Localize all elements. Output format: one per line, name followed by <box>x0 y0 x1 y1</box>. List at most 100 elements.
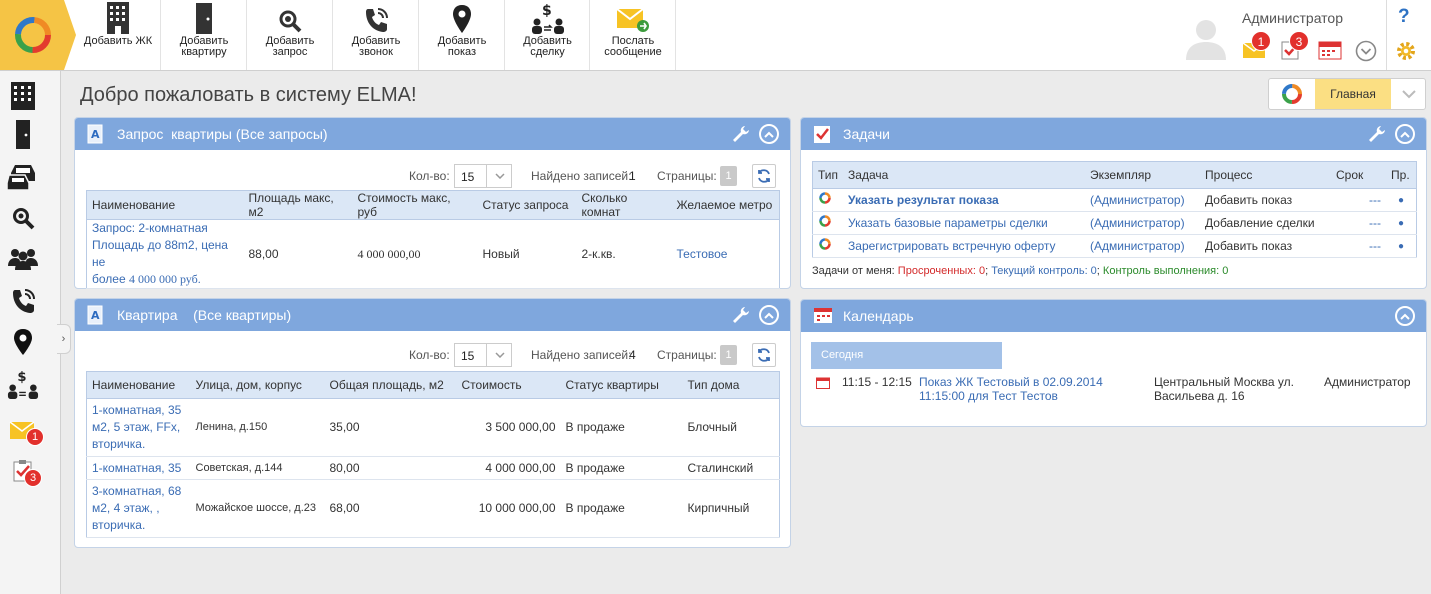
sidebar-item-deals[interactable]: $ <box>7 368 39 400</box>
column-header[interactable]: Стоимость макс, руб <box>352 190 478 220</box>
sidebar-item-calls[interactable] <box>7 284 39 316</box>
task-link[interactable]: Указать базовые параметры сделки <box>843 211 1086 235</box>
page-size-select[interactable]: 15 <box>454 164 512 188</box>
page-size-value: 15 <box>461 170 475 184</box>
search-icon <box>279 10 302 33</box>
table-header-row: Тип Задача Экземпляр Процесс Срок Пр. <box>812 161 1417 189</box>
messages-badge: 1 <box>1251 31 1271 51</box>
instance-link[interactable]: (Администратор) <box>1085 188 1201 212</box>
cell-process: Добавить показ <box>1200 188 1332 212</box>
column-header[interactable]: Статус квартиры <box>560 371 683 399</box>
flat-name-link[interactable]: 1-комнатная, 35 <box>86 456 191 480</box>
collapse-button[interactable] <box>1395 124 1415 144</box>
pages-label: Страницы: <box>657 348 717 362</box>
column-header[interactable]: Улица, дом, корпус <box>190 371 325 399</box>
column-header[interactable]: Тип <box>812 161 844 189</box>
add-request-button[interactable]: Добавить запрос <box>248 0 333 70</box>
cell-metro-link[interactable]: Тестовое <box>671 219 780 289</box>
calendar-icon[interactable] <box>1318 40 1342 60</box>
column-header[interactable]: Площадь макс, м2 <box>243 190 353 220</box>
collapse-button[interactable] <box>1395 306 1415 326</box>
current-control-link[interactable]: Текущий контроль: 0 <box>991 265 1097 277</box>
flats-table: Наименование Улица, дом, корпус Общая пл… <box>86 371 780 538</box>
svg-text:A: A <box>91 309 100 322</box>
sidebar-item-cars[interactable] <box>7 161 39 193</box>
page-size-select[interactable]: 15 <box>454 343 512 367</box>
execution-control-link[interactable]: Контроль выполнения: 0 <box>1103 265 1228 277</box>
table-row[interactable]: 1-комнатная, 35 м2, 5 этаж, FFx, вторичка.… <box>86 398 780 457</box>
add-flat-button[interactable]: Добавить квартиру <box>162 0 247 70</box>
sidebar-item-showings[interactable] <box>7 326 39 358</box>
chevron-down-icon[interactable] <box>1393 79 1425 109</box>
instance-link[interactable]: (Администратор) <box>1085 211 1201 235</box>
table-row[interactable]: Зарегистрировать встречную оферту (Админ… <box>812 234 1417 258</box>
column-header[interactable]: Стоимость <box>456 371 561 399</box>
table-row[interactable]: 1-комнатная, 35 Советская, д.144 80,00 4… <box>86 456 780 480</box>
instance-link[interactable]: (Администратор) <box>1085 234 1201 258</box>
column-header[interactable]: Процесс <box>1200 161 1332 189</box>
column-header[interactable]: Сколько комнат <box>576 190 672 220</box>
tasks-portlet-header: Задачи <box>801 118 1426 150</box>
request-name-link[interactable]: Запрос: 2-комнатная Площадь до 88m2, цен… <box>86 219 244 289</box>
today-header[interactable]: Сегодня <box>811 342 1002 369</box>
send-message-button[interactable]: Послать сообщение <box>591 0 676 70</box>
map-pin-icon <box>453 5 471 33</box>
column-header[interactable]: Экземпляр <box>1085 161 1201 189</box>
sidebar-item-requests[interactable] <box>7 202 39 234</box>
help-button[interactable]: ? <box>1398 6 1410 28</box>
table-row[interactable]: Указать результат показа (Администратор)… <box>812 188 1417 212</box>
column-header[interactable]: Тип дома <box>682 371 780 399</box>
sidebar-item-complexes[interactable] <box>7 79 39 111</box>
table-row[interactable]: 3-комнатная, 68 м2, 4 этаж, , вторичка. Мо… <box>86 479 780 538</box>
refresh-button[interactable] <box>752 343 776 367</box>
sidebar-toggle[interactable]: › <box>57 324 71 354</box>
collapse-button[interactable] <box>759 305 779 325</box>
phone-icon <box>13 289 35 313</box>
column-header[interactable]: Пр. <box>1386 161 1417 189</box>
refresh-icon <box>758 348 770 362</box>
column-header[interactable]: Наименование <box>86 371 191 399</box>
flats-portlet: A Квартира (Все квартиры) Кол-во: 15 Най… <box>74 298 791 548</box>
page-number[interactable]: 1 <box>720 345 737 365</box>
calendar-icon <box>814 308 832 323</box>
add-complex-button[interactable]: Добавить ЖК <box>76 0 161 70</box>
collapse-button[interactable] <box>759 124 779 144</box>
table-row[interactable]: Указать базовые параметры сделки (Админи… <box>812 211 1417 235</box>
user-name[interactable]: Администратор <box>1242 10 1343 26</box>
add-call-button[interactable]: Добавить звонок <box>334 0 419 70</box>
add-showing-button[interactable]: Добавить показ <box>420 0 505 70</box>
elma-logo[interactable] <box>0 0 76 70</box>
task-link[interactable]: Указать результат показа <box>843 188 1086 212</box>
flat-name-link[interactable]: 3-комнатная, 68 м2, 4 этаж, , вторичка. <box>86 479 191 538</box>
wrench-icon[interactable] <box>732 306 750 324</box>
overdue-link[interactable]: Просроченных: 0 <box>898 265 985 277</box>
sidebar-item-flats[interactable] <box>7 118 39 150</box>
refresh-button[interactable] <box>752 164 776 188</box>
found-label: Найдено записей: <box>531 348 632 362</box>
table-header-row: Наименование Улица, дом, корпус Общая пл… <box>86 371 780 399</box>
tasks-portlet-title: Задачи <box>843 126 891 142</box>
column-header[interactable]: Срок <box>1331 161 1387 189</box>
send-envelope-icon <box>616 8 649 32</box>
task-link[interactable]: Зарегистрировать встречную оферту <box>843 234 1086 258</box>
column-header[interactable]: Желаемое метро <box>671 190 780 220</box>
table-row[interactable]: Запрос: 2-комнатная Площадь до 88m2, цен… <box>86 219 780 289</box>
cell-due: --- <box>1331 211 1387 235</box>
chevron-down-icon[interactable] <box>1355 40 1377 62</box>
column-header[interactable]: Общая площадь, м2 <box>324 371 457 399</box>
column-header[interactable]: Задача <box>843 161 1086 189</box>
page-switcher[interactable]: Главная <box>1268 78 1426 110</box>
sidebar-item-clients[interactable] <box>7 242 39 274</box>
column-header[interactable]: Статус запроса <box>477 190 577 220</box>
add-deal-button[interactable]: $ Добавить сделку <box>506 0 590 70</box>
column-header[interactable]: Наименование <box>86 190 244 220</box>
page-number[interactable]: 1 <box>720 166 737 186</box>
gear-icon[interactable] <box>1395 40 1417 62</box>
flat-name-link[interactable]: 1-комнатная, 35 м2, 5 этаж, FFx, вторичка. <box>86 398 191 457</box>
user-avatar[interactable] <box>1182 12 1230 60</box>
left-sidebar: $ 1 3 › <box>0 71 71 594</box>
wrench-icon[interactable] <box>732 125 750 143</box>
calendar-portlet-header: Календарь <box>801 300 1426 332</box>
event-title-link[interactable]: Показ ЖК Тестовый в 02.09.2014 11:15:00 … <box>919 375 1103 403</box>
wrench-icon[interactable] <box>1368 125 1386 143</box>
